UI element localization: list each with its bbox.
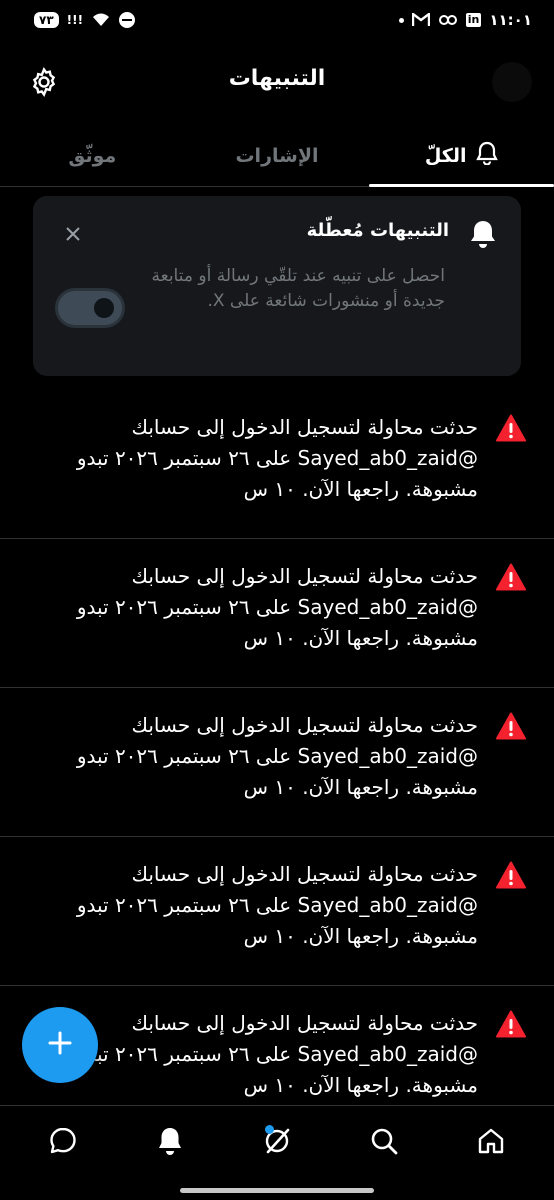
close-icon[interactable] [63, 224, 83, 244]
linkedin-icon: in [465, 13, 482, 27]
notifications-disabled-card: التنبيهات مُعطّلة احصل على تنبيه عند تلق… [33, 196, 521, 376]
status-time: ١١:٠١ [489, 11, 532, 29]
warning-icon [496, 861, 526, 889]
home-indicator[interactable] [180, 1188, 374, 1193]
page-title: التنبيهات [228, 66, 326, 91]
nav-search[interactable] [354, 1113, 414, 1173]
notifications-toggle[interactable] [55, 288, 125, 328]
tab-all[interactable]: الكلّ [369, 125, 554, 187]
tab-mentions-label: الإشارات [235, 144, 319, 167]
tab-all-label: الكلّ [424, 144, 467, 167]
nav-messages[interactable] [33, 1113, 93, 1173]
list-item[interactable]: حدثت محاولة لتسجيل الدخول إلى حسابك @Say… [0, 390, 554, 539]
nav-home[interactable] [461, 1113, 521, 1173]
battery-indicator: ٧٣ [34, 12, 59, 28]
notification-time: ١٠ س [243, 775, 296, 799]
notification-text: حدثت محاولة لتسجيل الدخول إلى حسابك @Say… [58, 710, 478, 803]
notification-text: حدثت محاولة لتسجيل الدخول إلى حسابك @Say… [58, 561, 478, 654]
gmail-icon [411, 13, 430, 27]
signal-text: !!! [66, 13, 84, 27]
nav-grok[interactable] [247, 1113, 307, 1173]
tab-mentions[interactable]: الإشارات [185, 125, 370, 186]
plus-icon [47, 1030, 73, 1060]
nav-notifications[interactable] [140, 1113, 200, 1173]
messages-icon [47, 1125, 79, 1161]
tab-verified[interactable]: موثّق [0, 125, 185, 186]
notification-text: حدثت محاولة لتسجيل الدخول إلى حسابك @Say… [58, 859, 478, 952]
card-title: التنبيهات مُعطّلة [306, 220, 449, 241]
list-item[interactable]: حدثت محاولة لتسجيل الدخول إلى حسابك @Say… [0, 688, 554, 837]
notification-time: ١٠ س [243, 924, 296, 948]
notification-text: حدثت محاولة لتسجيل الدخول إلى حسابك @Say… [58, 412, 478, 505]
notification-time: ١٠ س [243, 477, 296, 501]
notification-time: ١٠ س [243, 1073, 296, 1097]
notifications-icon [155, 1125, 185, 1161]
notification-time: ١٠ س [243, 626, 296, 650]
do-not-disturb-icon [119, 12, 136, 28]
warning-icon [496, 414, 526, 442]
bottom-nav [0, 1105, 554, 1180]
warning-icon [496, 563, 526, 591]
list-item[interactable]: حدثت محاولة لتسجيل الدخول إلى حسابك @Say… [0, 837, 554, 986]
search-icon [368, 1125, 400, 1161]
status-left: ٧٣ !!! [34, 12, 136, 28]
home-icon [475, 1125, 507, 1161]
avatar[interactable] [492, 62, 532, 102]
bell-icon [467, 218, 499, 250]
notification-text: حدثت محاولة لتسجيل الدخول إلى حسابك @Say… [58, 1008, 478, 1101]
status-right: in ١١:٠١ [398, 11, 532, 29]
compose-button[interactable] [22, 1007, 98, 1083]
connect-icon [438, 12, 458, 28]
toggle-knob [94, 298, 114, 318]
tab-bar: الكلّ الإشارات موثّق [0, 125, 554, 187]
tab-verified-label: موثّق [68, 144, 117, 167]
status-bar: ٧٣ !!! in ١١:٠١ [0, 0, 554, 40]
header: التنبيهات [0, 48, 554, 118]
warning-icon [496, 712, 526, 740]
warning-icon [496, 1010, 526, 1038]
card-description: احصل على تنبيه عند تلقّي رسالة أو متابعة… [151, 266, 446, 311]
unread-dot [264, 1125, 274, 1134]
tab-bell-icon [476, 141, 499, 170]
notification-dot-icon [398, 17, 404, 23]
wifi-icon [91, 12, 111, 28]
list-item[interactable]: حدثت محاولة لتسجيل الدخول إلى حسابك @Say… [0, 539, 554, 688]
